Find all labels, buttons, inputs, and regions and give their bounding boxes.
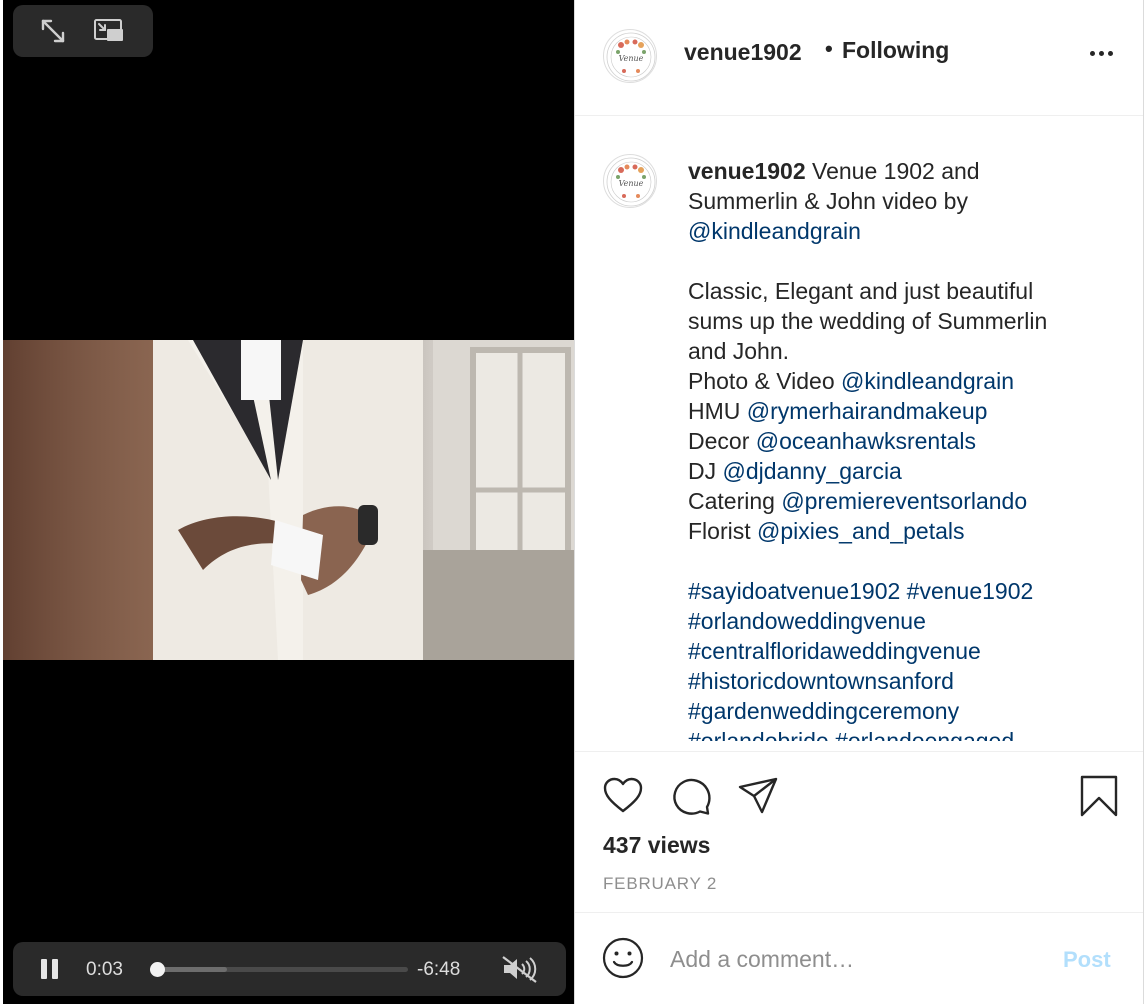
current-time: 0:03 xyxy=(86,959,123,980)
credit-label: Florist xyxy=(688,518,757,544)
credit-label: Photo & Video xyxy=(688,368,842,394)
mention-link[interactable]: @pixies_and_petals xyxy=(757,518,964,544)
hashtag-line[interactable]: #sayidoatvenue1902 #venue1902 xyxy=(688,576,1108,606)
hashtag-line[interactable]: #orlandobride #orlandoengaged xyxy=(688,726,1108,741)
header-username[interactable]: venue1902 xyxy=(684,39,802,66)
caption-paragraph-line: sums up the wedding of Summerlin xyxy=(688,308,1048,334)
hashtag-line[interactable]: #gardenweddingceremony xyxy=(688,696,1108,726)
share-icon[interactable] xyxy=(736,774,780,818)
mention-link[interactable]: @premiereventsorlando xyxy=(781,488,1027,514)
credit-label: Decor xyxy=(688,428,756,454)
post-button[interactable]: Post xyxy=(1063,947,1111,973)
heart-icon[interactable] xyxy=(601,774,645,818)
comment-input[interactable] xyxy=(670,943,1030,975)
credit-line: Photo & Video @kindleandgrain xyxy=(688,366,1108,396)
exit-pip-icon[interactable] xyxy=(93,16,123,46)
caption-paragraph-line: and John. xyxy=(688,338,790,364)
mention-link[interactable]: @oceanhawksrentals xyxy=(756,428,976,454)
more-options-icon[interactable] xyxy=(1088,51,1116,59)
muted-speaker-icon[interactable] xyxy=(500,954,540,984)
credit-label: HMU xyxy=(688,398,747,424)
credit-line: Catering @premiereventsorlando xyxy=(688,486,1108,516)
credit-line: DJ @djdanny_garcia xyxy=(688,456,1108,486)
comment-icon[interactable] xyxy=(669,774,713,818)
bookmark-icon[interactable] xyxy=(1077,774,1121,818)
mention-link[interactable]: @kindleandgrain xyxy=(841,368,1014,394)
separator-dot: • xyxy=(825,36,833,61)
credit-line: Florist @pixies_and_petals xyxy=(688,516,1108,546)
caption-area[interactable]: Venue venue1902 Venue 1902 and Summerlin… xyxy=(575,117,1144,741)
expand-icon[interactable] xyxy=(38,16,68,46)
pause-icon[interactable] xyxy=(41,959,61,979)
post-date[interactable]: FEBRUARY 2 xyxy=(603,874,717,894)
credit-line: HMU @rymerhairandmakeup xyxy=(688,396,1108,426)
mention-link[interactable]: @rymerhairandmakeup xyxy=(747,398,988,424)
post-actions: 437 views FEBRUARY 2 xyxy=(575,751,1144,913)
caption-text: venue1902 Venue 1902 and Summerlin & Joh… xyxy=(688,156,1108,741)
post-details: Venue venue1902 • Following Venue venue1… xyxy=(574,0,1144,1004)
mention-link[interactable]: @kindleandgrain xyxy=(688,218,861,244)
hashtag-line[interactable]: #centralfloridaweddingvenue xyxy=(688,636,1108,666)
scrubber[interactable] xyxy=(149,962,408,977)
hashtag-line[interactable]: #historicdowntownsanford xyxy=(688,666,1108,696)
svg-text:Venue: Venue xyxy=(619,179,644,188)
following-button[interactable]: Following xyxy=(842,37,949,64)
hashtag-line[interactable]: #orlandoweddingvenue xyxy=(688,606,1108,636)
caption-paragraph-line: Classic, Elegant and just beautiful xyxy=(688,278,1034,304)
scrubber-handle[interactable] xyxy=(149,962,165,977)
caption-intro: Venue 1902 and xyxy=(805,158,980,184)
caption-username[interactable]: venue1902 xyxy=(688,158,806,184)
pip-controls xyxy=(13,5,153,57)
remaining-time: -6:48 xyxy=(417,959,461,980)
comment-bar: Post xyxy=(575,912,1144,1004)
svg-text:Venue: Venue xyxy=(619,54,644,63)
avatar[interactable]: Venue xyxy=(603,29,657,83)
caption-intro-line2: Summerlin & John video by xyxy=(688,188,968,214)
post-header: Venue venue1902 • Following xyxy=(575,0,1144,116)
emoji-icon[interactable] xyxy=(601,936,645,980)
video-player[interactable]: 0:03 -6:48 xyxy=(3,0,574,1004)
credit-label: Catering xyxy=(688,488,782,514)
view-count[interactable]: 437 views xyxy=(603,832,710,859)
credit-label: DJ xyxy=(688,458,723,484)
playback-controls: 0:03 -6:48 xyxy=(13,942,566,996)
caption-avatar[interactable]: Venue xyxy=(603,154,657,208)
mention-link[interactable]: @djdanny_garcia xyxy=(723,458,902,484)
credit-line: Decor @oceanhawksrentals xyxy=(688,426,1108,456)
video-frame xyxy=(3,340,574,660)
